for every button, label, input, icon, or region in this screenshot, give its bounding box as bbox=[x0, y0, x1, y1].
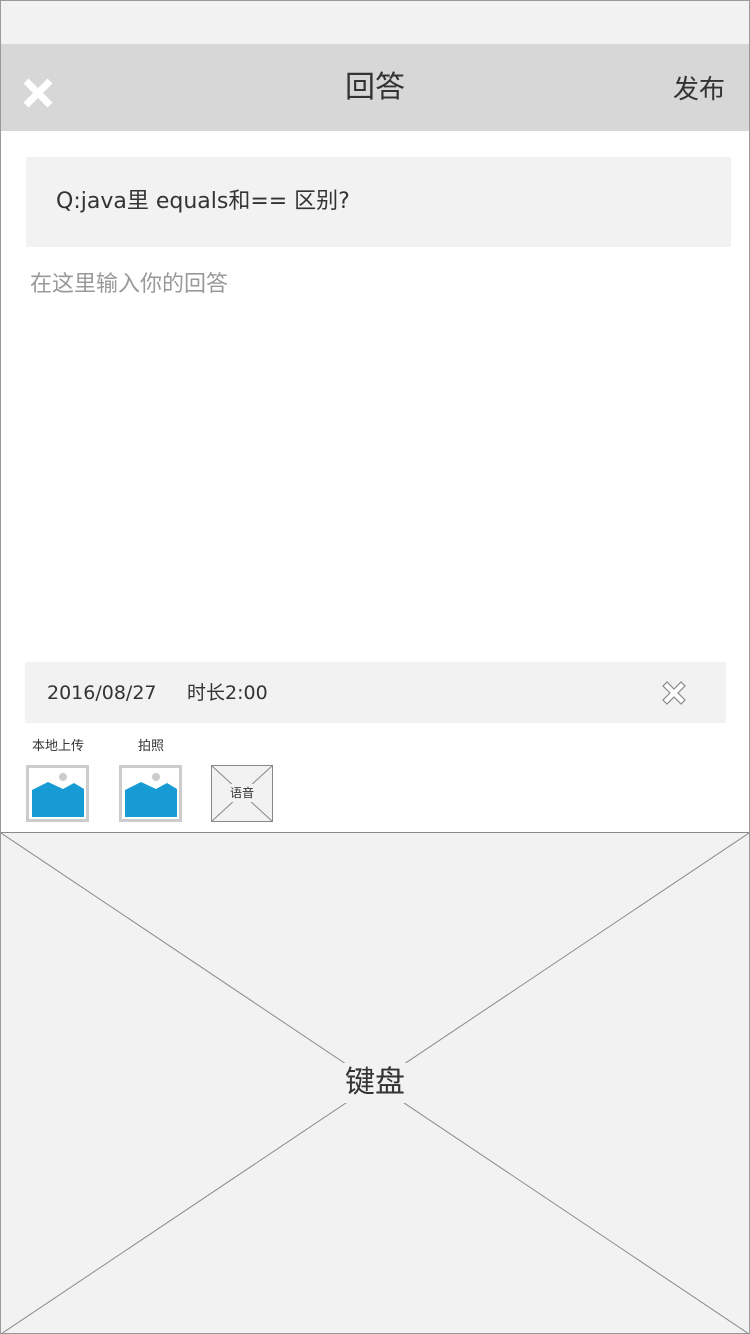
camera-label: 拍照 bbox=[137, 739, 164, 754]
publish-button[interactable]: 发布 bbox=[673, 73, 725, 107]
voice-record-duration: 时长2:00 bbox=[187, 682, 268, 704]
voice-delete-button[interactable] bbox=[659, 678, 689, 708]
local-upload-button[interactable] bbox=[26, 765, 89, 822]
status-bar bbox=[1, 1, 749, 44]
keyboard-label: 键盘 bbox=[335, 1063, 415, 1103]
page-title: 回答 bbox=[345, 70, 405, 105]
voice-label: 语音 bbox=[226, 784, 258, 802]
voice-record-item: 2016/08/27 时长2:00 bbox=[25, 662, 726, 723]
voice-button[interactable]: 语音 bbox=[211, 765, 273, 822]
voice-record-date: 2016/08/27 bbox=[47, 682, 157, 704]
answer-input[interactable] bbox=[28, 262, 728, 642]
camera-button[interactable] bbox=[119, 765, 182, 822]
local-upload-label: 本地上传 bbox=[31, 739, 84, 754]
question-text: Q:java里 equals和== 区别? bbox=[56, 189, 350, 214]
keyboard-placeholder: 键盘 bbox=[1, 832, 749, 1334]
close-outline-icon bbox=[662, 681, 686, 705]
image-icon bbox=[26, 765, 89, 822]
image-icon bbox=[119, 765, 182, 822]
question-card: Q:java里 equals和== 区别? bbox=[26, 157, 731, 247]
nav-bar: 回答 发布 bbox=[1, 44, 749, 131]
